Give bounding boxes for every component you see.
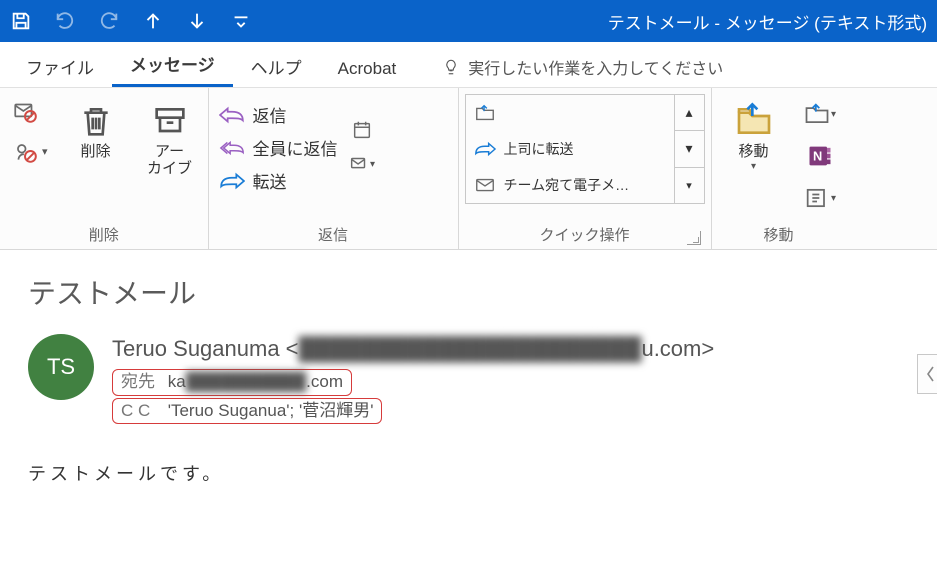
- ignore-icon: [12, 98, 38, 124]
- forward-icon: [219, 171, 245, 191]
- save-icon[interactable]: [6, 6, 36, 36]
- group-quick-steps-label: クイック操作: [465, 220, 705, 247]
- arrow-up-icon[interactable]: [138, 6, 168, 36]
- reply-icon: [219, 105, 245, 125]
- group-move-label: 移動: [718, 220, 840, 247]
- forward-icon: [474, 138, 496, 160]
- ignore-button[interactable]: [6, 94, 54, 128]
- calendar-icon: [351, 119, 373, 141]
- tell-me-search[interactable]: 実行したい作業を入力してください: [442, 55, 723, 87]
- actions-icon: [803, 184, 831, 212]
- move-to-icon: [474, 102, 496, 124]
- ribbon-tabs: ファイル メッセージ ヘルプ Acrobat 実行したい作業を入力してください: [0, 42, 937, 88]
- window-title: テストメール - メッセージ (テキスト形式): [608, 9, 931, 34]
- more-respond-button[interactable]: ▾: [348, 150, 376, 178]
- tab-message[interactable]: メッセージ: [112, 41, 233, 87]
- folder-move-icon: [734, 100, 774, 142]
- onenote-button[interactable]: N: [802, 138, 838, 174]
- quick-steps-more-icon[interactable]: ▾: [675, 167, 704, 203]
- group-delete: ▾ 削除 アー カイブ 削除: [0, 88, 209, 249]
- quick-steps-down-icon[interactable]: ▾: [675, 130, 704, 166]
- quick-steps-launcher[interactable]: [687, 231, 701, 245]
- mail-icon: [474, 174, 496, 196]
- quick-steps-up-icon[interactable]: ▴: [675, 95, 704, 130]
- undo-icon[interactable]: [50, 6, 80, 36]
- group-reply: 返信 全員に返信 転送: [209, 88, 459, 249]
- title-bar: テストメール - メッセージ (テキスト形式): [0, 0, 937, 42]
- quick-step-1[interactable]: [466, 95, 674, 130]
- quick-step-2[interactable]: 上司に転送: [466, 130, 674, 166]
- tell-me-placeholder: 実行したい作業を入力してください: [468, 55, 723, 79]
- junk-button[interactable]: ▾: [6, 134, 54, 168]
- move-label: 移動▾: [739, 144, 769, 172]
- from-line: Teruo Suganuma <██████████████████████u.…: [112, 334, 714, 365]
- reply-button[interactable]: 返信: [219, 98, 338, 131]
- delete-button[interactable]: 削除: [64, 94, 128, 161]
- actions-button[interactable]: ▾: [802, 180, 838, 216]
- archive-button[interactable]: アー カイブ: [138, 94, 202, 177]
- group-reply-label: 返信: [215, 220, 452, 247]
- svg-text:N: N: [813, 149, 822, 164]
- mail-body: テストメールです。: [0, 434, 937, 512]
- mail-subject: テストメール: [28, 272, 909, 312]
- quick-steps-gallery: 上司に転送 チーム宛て電子メ… ▴ ▾ ▾: [465, 94, 705, 204]
- junk-icon: [12, 138, 38, 164]
- delete-label: 削除: [81, 144, 111, 161]
- archive-label: アー カイブ: [147, 144, 192, 177]
- redo-icon[interactable]: [94, 6, 124, 36]
- move-button[interactable]: 移動▾: [718, 94, 790, 172]
- tab-file[interactable]: ファイル: [8, 44, 112, 87]
- to-line: 宛先 ka██████████.com: [112, 369, 352, 396]
- rules-icon: [803, 100, 831, 128]
- reply-all-icon: [219, 138, 245, 158]
- reading-pane-header: テストメール TS Teruo Suganuma <██████████████…: [0, 250, 937, 434]
- reply-all-button[interactable]: 全員に返信: [219, 131, 338, 164]
- lightbulb-icon: [442, 58, 460, 76]
- cc-line: C C 'Teruo Suganua'; '菅沼輝男': [112, 398, 382, 425]
- tab-acrobat[interactable]: Acrobat: [320, 49, 415, 87]
- sender-avatar: TS: [28, 334, 94, 400]
- more-icon: [348, 153, 370, 175]
- arrow-down-icon[interactable]: [182, 6, 212, 36]
- onenote-icon: N: [806, 142, 834, 170]
- tab-help[interactable]: ヘルプ: [233, 44, 320, 87]
- archive-icon: [150, 100, 190, 142]
- quick-access-toolbar: [6, 6, 256, 36]
- forward-button[interactable]: 転送: [219, 164, 338, 197]
- qat-customize-icon[interactable]: [226, 6, 256, 36]
- reply-flyout-button[interactable]: [917, 354, 937, 394]
- group-delete-label: 削除: [6, 220, 202, 247]
- group-move: 移動▾ ▾ N ▾: [712, 88, 846, 249]
- ribbon: ▾ 削除 アー カイブ 削除: [0, 88, 937, 250]
- quick-step-3[interactable]: チーム宛て電子メ…: [466, 167, 674, 203]
- trash-icon: [76, 100, 116, 142]
- rules-button[interactable]: ▾: [802, 96, 838, 132]
- chevron-left-icon: [924, 364, 936, 384]
- group-quick-steps: 上司に転送 チーム宛て電子メ… ▴ ▾ ▾ クイック操作: [459, 88, 712, 249]
- meeting-reply-button[interactable]: [348, 116, 376, 144]
